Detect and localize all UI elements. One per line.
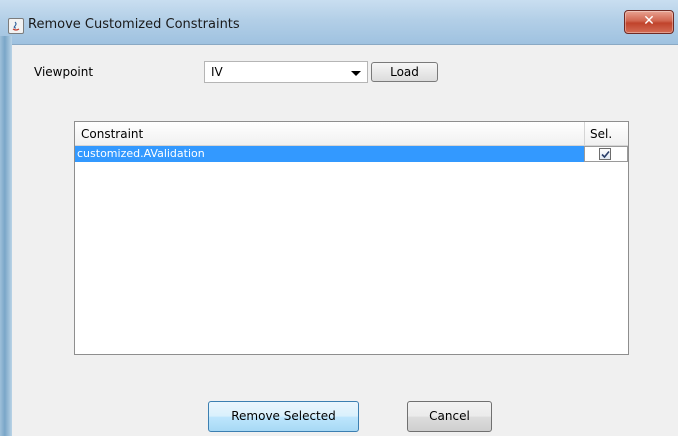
chevron-down-icon (351, 71, 361, 76)
java-app-icon (8, 18, 24, 34)
constraints-table: Constraint Sel. customized.AValidation (74, 121, 629, 355)
checkmark-icon (601, 150, 610, 159)
cancel-button[interactable]: Cancel (407, 401, 492, 432)
load-button[interactable]: Load (371, 62, 438, 82)
column-header-sel-cell[interactable]: Sel. (584, 122, 628, 145)
dialog-window: Remove Customized Constraints ✕ Viewpoin… (0, 0, 678, 436)
window-title: Remove Customized Constraints (28, 17, 240, 32)
remove-selected-button[interactable]: Remove Selected (208, 401, 359, 432)
constraint-cell[interactable]: customized.AValidation (75, 146, 584, 162)
title-bar[interactable]: Remove Customized Constraints ✕ (0, 0, 678, 45)
viewpoint-label: Viewpoint (34, 65, 94, 79)
table-row[interactable]: customized.AValidation (75, 146, 628, 162)
constraint-name: customized.AValidation (77, 147, 205, 160)
column-header-constraint[interactable]: Constraint (81, 127, 143, 141)
viewpoint-selected-value: IV (211, 65, 223, 79)
select-checkbox[interactable] (599, 148, 611, 160)
dialog-content: Viewpoint IV Load Constraint Sel. custom… (12, 45, 678, 436)
close-icon: ✕ (643, 13, 655, 29)
column-header-sel: Sel. (590, 127, 613, 141)
sel-cell[interactable] (584, 146, 628, 162)
close-button[interactable]: ✕ (624, 10, 674, 34)
viewpoint-dropdown[interactable]: IV (204, 61, 368, 83)
window-frame (0, 36, 12, 436)
table-header: Constraint Sel. (75, 122, 628, 146)
